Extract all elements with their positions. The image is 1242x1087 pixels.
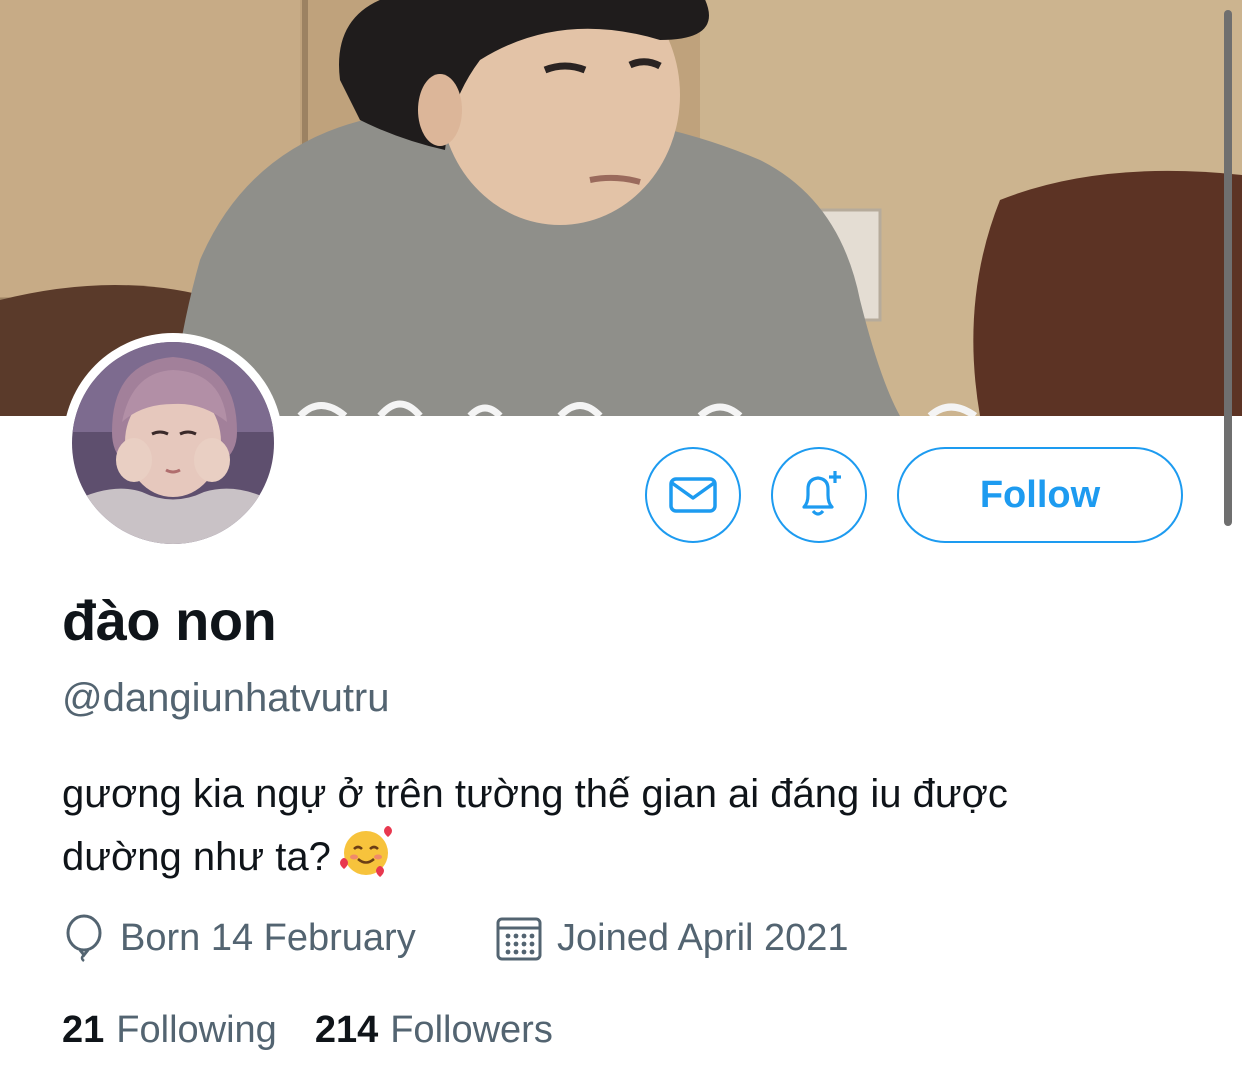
scrollbar[interactable] [1224, 10, 1232, 526]
bio-line: dường như ta? [62, 822, 1212, 895]
joined-info: Joined April 2021 [495, 912, 849, 964]
notifications-button[interactable] [771, 447, 867, 543]
envelope-icon [669, 477, 717, 513]
followers-label: Followers [390, 1008, 553, 1051]
followers-count: 214 [314, 1008, 379, 1051]
following-count: 21 [62, 1008, 105, 1051]
following-link[interactable]: 21 Following [62, 1009, 277, 1052]
user-handle: @dangiunhatvutru [62, 676, 390, 720]
display-name: đào non [62, 589, 277, 652]
balloon-icon [66, 914, 102, 962]
follow-counts: 21 Following 214 Followers [62, 1002, 553, 1058]
birthday-info: Born 14 February [62, 912, 416, 964]
bio-line-text: dường như ta? [62, 835, 331, 879]
bell-plus-icon [802, 471, 841, 516]
bio-line: gương kia ngự ở trên tường thế gian ai đ… [62, 772, 1008, 816]
calendar-icon [496, 917, 542, 961]
message-button[interactable] [645, 447, 741, 543]
avatar-photo [72, 342, 274, 544]
joined-text: Joined April 2021 [557, 916, 849, 959]
following-label: Following [116, 1008, 277, 1051]
avatar[interactable] [63, 333, 283, 553]
smiling-face-with-hearts-icon [337, 822, 395, 895]
followers-link[interactable]: 214 Followers [315, 1009, 553, 1052]
bio: gương kia ngự ở trên tường thế gian ai đ… [62, 766, 1212, 895]
follow-button[interactable]: Follow [897, 447, 1183, 543]
birthday-text: Born 14 February [120, 916, 416, 959]
